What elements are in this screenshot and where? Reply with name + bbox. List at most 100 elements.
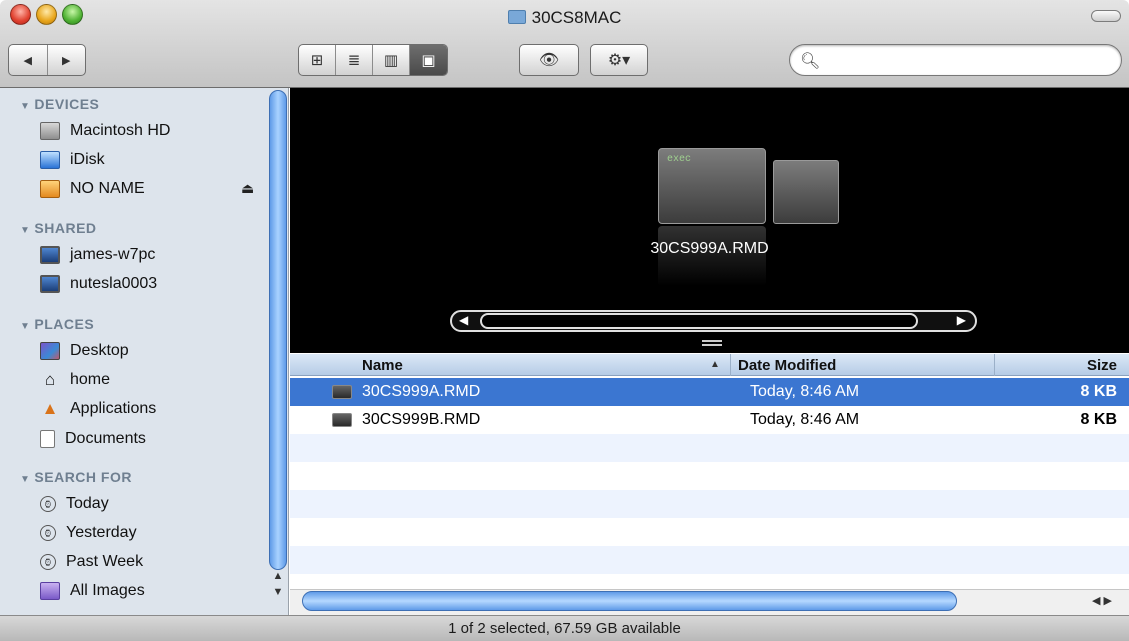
sidebar-section-shared[interactable]: ▼ SHARED — [20, 220, 97, 236]
sidebar-scroll-arrows[interactable]: ▲ ▼ — [270, 568, 286, 600]
file-date-modified: Today, 8:46 AM — [750, 411, 860, 428]
file-icon — [332, 413, 352, 427]
sidebar-item-label: nutesla0003 — [70, 275, 158, 292]
gear-icon: ⚙▾ — [607, 52, 631, 69]
sidebar-item-nutesla0003[interactable]: nutesla0003 — [40, 271, 157, 297]
sort-ascending-icon: ▲ — [710, 359, 720, 370]
cover-flow-item[interactable] — [773, 160, 839, 224]
column-divider[interactable] — [730, 354, 731, 376]
sidebar-item-label: Documents — [65, 430, 146, 447]
window-title-text: 30CS8MAC — [531, 8, 622, 27]
sidebar-item-documents[interactable]: Documents — [40, 426, 146, 452]
applications-icon: ▲ — [41, 399, 59, 418]
list-view-button[interactable]: ≣ — [336, 45, 373, 75]
split-resize-handle[interactable] — [702, 340, 722, 346]
horizontal-scroll-arrows[interactable]: ◀ ▶ — [1092, 594, 1112, 607]
sidebar-scrollbar-thumb[interactable] — [269, 90, 287, 570]
column-header-date-modified[interactable]: Date Modified — [738, 357, 836, 374]
forward-button[interactable]: ▶ — [48, 45, 86, 75]
status-bar: 1 of 2 selected, 67.59 GB available — [0, 615, 1129, 641]
table-row[interactable]: 30CS999B.RMD Today, 8:46 AM 8 KB — [290, 406, 1129, 434]
toolbar-toggle-button[interactable] — [1091, 10, 1121, 22]
file-size: 8 KB — [1080, 411, 1117, 428]
file-name: 30CS999B.RMD — [362, 411, 481, 428]
empty-row — [290, 546, 1129, 574]
file-size: 8 KB — [1080, 383, 1117, 400]
table-row[interactable]: 30CS999A.RMD Today, 8:46 AM 8 KB — [290, 378, 1129, 406]
external-drive-icon — [40, 180, 60, 198]
sidebar-item-macintosh-hd[interactable]: Macintosh HD — [40, 118, 170, 144]
column-view-button[interactable]: ▥ — [373, 45, 410, 75]
sidebar-item-past-week[interactable]: ⌚︎ Past Week — [40, 549, 143, 575]
sidebar-item-label: NO NAME — [70, 180, 145, 197]
sidebar-item-label: Macintosh HD — [70, 122, 171, 139]
column-header-size[interactable]: Size — [1087, 357, 1117, 374]
folder-icon — [507, 10, 526, 24]
sidebar-item-label: Past Week — [66, 553, 144, 570]
sidebar-item-label: iDisk — [70, 151, 105, 168]
sidebar-item-james-w7pc[interactable]: james-w7pc — [40, 242, 155, 268]
quick-look-button[interactable]: 👁 — [519, 44, 579, 76]
sidebar-item-label: Today — [66, 495, 109, 512]
document-icon — [40, 430, 55, 448]
column-view-icon: ▥ — [383, 52, 399, 69]
sidebar-item-idisk[interactable]: iDisk — [40, 147, 105, 173]
sidebar-item-label: Applications — [70, 400, 157, 417]
section-label: PLACES — [34, 316, 95, 332]
cover-flow-scrollbar[interactable]: ◀ ▶ — [450, 310, 977, 332]
clock-icon: ⌚︎ — [40, 496, 56, 512]
column-header-name[interactable]: Name — [362, 357, 403, 374]
cover-flow-view: exec 30CS999A.RMD ◀ ▶ — [290, 88, 1129, 353]
sidebar-item-label: All Images — [70, 582, 145, 599]
desktop-icon — [40, 342, 60, 360]
cover-flow-scroll-thumb[interactable] — [480, 313, 918, 329]
search-field[interactable]: 🔍︎ — [789, 44, 1122, 76]
sidebar-item-today[interactable]: ⌚︎ Today — [40, 491, 109, 517]
action-menu-button[interactable]: ⚙▾ — [590, 44, 648, 76]
sidebar-section-places[interactable]: ▼ PLACES — [20, 316, 94, 332]
eye-icon: 👁 — [538, 52, 560, 69]
table-header: Name ▲ Date Modified Size — [290, 354, 1129, 376]
sidebar-section-search-for[interactable]: ▼ SEARCH FOR — [20, 469, 132, 485]
sidebar-item-all-images[interactable]: All Images — [40, 578, 145, 604]
window-title: 30CS8MAC — [0, 8, 1129, 28]
cover-flow-view-icon: ▣ — [421, 52, 436, 69]
scroll-left-icon[interactable]: ◀ — [459, 313, 468, 327]
section-label: SEARCH FOR — [34, 469, 132, 485]
icon-view-icon: ⊞ — [310, 52, 324, 69]
icon-view-button[interactable]: ⊞ — [299, 45, 336, 75]
cover-flow-view-button[interactable]: ▣ — [410, 45, 447, 75]
empty-row — [290, 490, 1129, 518]
sidebar-item-label: home — [70, 371, 111, 388]
smart-folder-icon — [40, 582, 60, 600]
cover-card-label: exec — [667, 154, 692, 165]
eject-icon[interactable]: ⏏ — [241, 180, 254, 197]
scroll-right-icon[interactable]: ▶ — [957, 313, 966, 327]
sidebar-item-applications[interactable]: ▲ Applications — [40, 396, 157, 422]
file-name: 30CS999A.RMD — [362, 383, 481, 400]
empty-row — [290, 462, 1129, 490]
home-icon: ⌂ — [44, 370, 56, 389]
sidebar-item-label: Desktop — [70, 342, 129, 359]
view-mode-buttons: ⊞ ≣ ▥ ▣ — [298, 44, 448, 76]
sidebar-item-label: Yesterday — [66, 524, 137, 541]
section-label: DEVICES — [34, 96, 100, 112]
empty-row — [290, 518, 1129, 546]
cover-flow-item-selected[interactable]: exec — [658, 148, 766, 224]
back-button[interactable]: ◀ — [9, 45, 48, 75]
file-list: Name ▲ Date Modified Size 30CS999A.RMD T… — [290, 354, 1129, 591]
sidebar-item-yesterday[interactable]: ⌚︎ Yesterday — [40, 520, 137, 546]
navigation-buttons: ◀ ▶ — [8, 44, 86, 76]
sidebar-section-devices[interactable]: ▼ DEVICES — [20, 96, 99, 112]
sidebar-item-no-name[interactable]: NO NAME — [40, 176, 145, 202]
file-icon — [332, 385, 352, 399]
clock-icon: ⌚︎ — [40, 525, 56, 541]
horizontal-scrollbar-thumb[interactable] — [302, 591, 957, 611]
sidebar-item-desktop[interactable]: Desktop — [40, 338, 129, 364]
back-arrow-icon: ◀ — [23, 54, 32, 67]
window-toolbar: 30CS8MAC ◀ ▶ ⊞ ≣ ▥ ▣ 👁 ⚙▾ 🔍︎ — [0, 0, 1129, 88]
sidebar-item-home[interactable]: ⌂ home — [40, 367, 110, 393]
idisk-icon — [40, 151, 60, 169]
clock-icon: ⌚︎ — [40, 554, 56, 570]
column-divider[interactable] — [994, 354, 995, 376]
